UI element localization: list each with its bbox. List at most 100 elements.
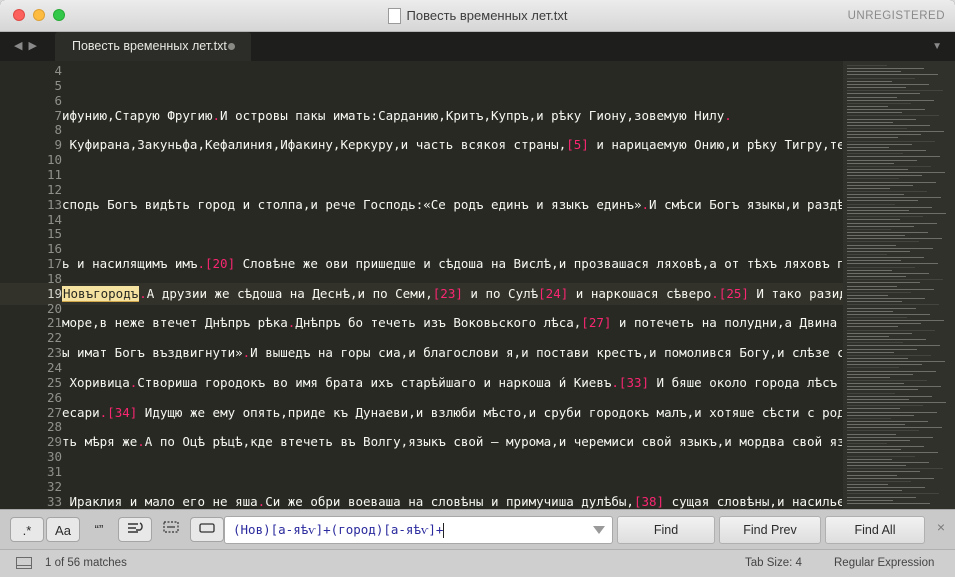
minimap-line — [847, 191, 927, 192]
minimap-line — [847, 424, 905, 426]
tab-size-selector[interactable]: Tab Size: 4 — [745, 550, 802, 577]
find-panel: .* Aa “” (Нов)[а-яѣѵ]+(город)[а-яѣѵ]+ Fi… — [0, 509, 955, 549]
minimap-line — [847, 313, 930, 315]
minimap-line — [847, 436, 933, 438]
minimap-line — [847, 480, 911, 482]
find-button[interactable]: Find — [617, 516, 715, 544]
tab-bar: ◀▶ Повесть временных лет.txt ▼ — [0, 32, 955, 61]
minimap-line — [847, 446, 924, 448]
code-line[interactable]: Хоривица.Створиша городокъ во имя брата … — [62, 375, 842, 391]
chevron-right-icon[interactable]: ▶ — [28, 40, 42, 52]
find-prev-button[interactable]: Find Prev — [719, 516, 821, 544]
minimap-line — [847, 458, 892, 460]
minimap-line — [847, 414, 914, 416]
in-selection-toggle-button[interactable] — [154, 517, 188, 542]
chevron-left-icon[interactable]: ◀ — [14, 40, 28, 52]
window-title-area: Повесть временных лет.txt — [0, 0, 955, 32]
case-sensitive-toggle-button[interactable]: Aa — [46, 517, 80, 542]
code-line[interactable]: Куфирана,Закуньфа,Кефалиния,Ифакину,Керк… — [62, 137, 842, 153]
minimap-line — [847, 433, 896, 435]
minimap-line — [847, 124, 930, 126]
minimap-line — [847, 326, 898, 328]
minimap-line — [847, 65, 887, 66]
code-line-text: ь и насилящимъ имъ.[20] Словѣне же ови п… — [62, 256, 842, 272]
minimap-line — [847, 389, 918, 391]
line-number: 20 — [46, 300, 62, 316]
minimap-line — [847, 370, 936, 372]
minimap-line — [847, 115, 939, 117]
find-query[interactable]: (Нов)[а-яѣѵ]+(город)[а-яѣѵ]+ — [233, 517, 445, 543]
minimap-line — [847, 398, 909, 400]
minimap-line — [847, 178, 899, 180]
editor-area[interactable]: 4 5 6 7 8 9 10 11 12 13 14 15 16 17 18 19 20 21 22 23 24 25 26… — [0, 61, 955, 509]
minimap-line — [847, 128, 907, 129]
code-line[interactable]: ы имат Богъ въздвигнути».И вышедъ на гор… — [62, 345, 842, 361]
code-line[interactable]: Новъгородъ.А друзии же сѣдоша на Деснѣ,и… — [62, 285, 842, 302]
minimap-line — [847, 209, 909, 211]
minimap-line — [847, 68, 924, 70]
minimap-line — [847, 317, 907, 318]
line-number: 26 — [46, 389, 62, 405]
minimap-line — [847, 279, 943, 281]
search-match-highlight: Новъгородъ — [62, 285, 140, 302]
status-bar: 1 of 56 matches Tab Size: 4 Regular Expr… — [0, 549, 955, 577]
minimap-line — [847, 231, 928, 233]
code-line[interactable]: море,в неже втечет Днѣпръ рѣка.Днѣпръ бо… — [62, 315, 842, 331]
close-find-panel-button[interactable]: × — [937, 519, 945, 535]
line-number: 5 — [54, 77, 62, 93]
code-line-text: сподь Богъ видѣть город и столпа,и рече … — [62, 196, 842, 212]
highlight-matches-toggle-button[interactable] — [190, 517, 224, 542]
minimap-line — [847, 307, 916, 309]
minimap-line — [847, 272, 929, 274]
minimap-line — [847, 80, 892, 82]
minimap-line — [847, 131, 944, 133]
code-line[interactable]: сподь Богъ видѣть город и столпа,и рече … — [62, 197, 842, 213]
find-input[interactable]: (Нов)[а-яѣѵ]+(город)[а-яѣѵ]+ — [224, 516, 613, 544]
minimap-line — [847, 206, 932, 208]
minimap-line — [847, 96, 897, 98]
minimap-line — [847, 150, 926, 152]
code-line[interactable]: ифунию,Старую Фругию.И островы пакы имат… — [62, 108, 732, 124]
syntax-selector[interactable]: Regular Expression — [834, 550, 934, 577]
code-line-text: Куфирана,Закуньфа,Кефалиния,Ифакину,Керк… — [62, 137, 842, 153]
code-line[interactable]: есари.[34] Идущю же ему опять,приде къ Д… — [62, 405, 842, 421]
minimap-line — [847, 351, 894, 353]
line-number: 13 — [46, 196, 62, 212]
minimap-line — [847, 367, 899, 369]
line-number: 16 — [46, 241, 62, 257]
minimap-line — [847, 194, 904, 196]
line-number: 10 — [46, 152, 62, 168]
wrap-toggle-button[interactable] — [118, 517, 152, 542]
minimap-line — [847, 291, 911, 293]
minimap[interactable] — [843, 61, 955, 509]
minimap-line — [847, 420, 928, 422]
tab-nav-arrows[interactable]: ◀▶ — [14, 39, 43, 52]
line-number: 30 — [46, 449, 62, 465]
line-number: 22 — [46, 330, 62, 346]
code-text[interactable]: ифунию,Старую Фругию.И островы пакы имат… — [62, 61, 842, 509]
minimap-line — [847, 285, 897, 287]
minimap-line — [847, 140, 935, 142]
history-dropdown-icon[interactable] — [593, 526, 605, 534]
find-all-button[interactable]: Find All — [825, 516, 925, 544]
minimap-line — [847, 357, 908, 359]
code-line-text: Ираклия и мало его не яша.Си же обри вое… — [62, 493, 842, 509]
text-caret — [443, 523, 445, 538]
minimap-line — [847, 342, 903, 344]
regex-toggle-button[interactable]: .* — [10, 517, 44, 542]
minimap-line — [847, 339, 926, 341]
panel-toggle-icon[interactable] — [16, 557, 32, 569]
highlight-matches-icon — [199, 523, 215, 533]
whole-word-toggle-button[interactable]: “” — [82, 517, 116, 542]
line-number: 9 — [54, 137, 62, 153]
unsaved-dot-icon[interactable] — [228, 43, 235, 50]
minimap-line — [847, 137, 898, 139]
code-line[interactable]: ть мѣря же.А по Оцѣ рѣцѣ,кде втечеть въ … — [62, 434, 842, 450]
line-number: 31 — [46, 463, 62, 479]
minimap-line — [847, 499, 893, 501]
minimap-line — [847, 487, 925, 489]
code-line[interactable]: Ираклия и мало его не яша.Си же обри вое… — [62, 494, 842, 509]
tab-list-dropdown-icon[interactable]: ▼ — [932, 41, 942, 52]
code-line[interactable]: ь и насилящимъ имъ.[20] Словѣне же ови п… — [62, 256, 842, 272]
tab-document[interactable]: Повесть временных лет.txt — [55, 32, 251, 61]
